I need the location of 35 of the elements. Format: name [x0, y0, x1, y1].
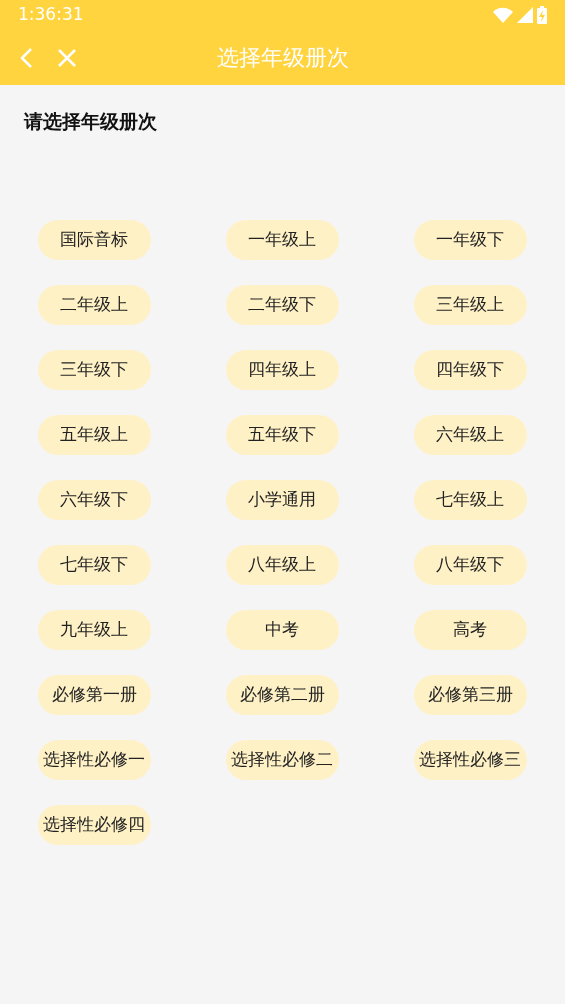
- grade-option[interactable]: 选择性必修二: [225, 740, 339, 780]
- grade-option[interactable]: 一年级上: [225, 220, 339, 260]
- grade-option[interactable]: 必修第二册: [225, 675, 339, 715]
- grade-option[interactable]: 选择性必修一: [37, 740, 151, 780]
- close-icon[interactable]: [56, 47, 78, 69]
- grade-option[interactable]: 高考: [413, 610, 527, 650]
- grade-option[interactable]: 一年级下: [413, 220, 527, 260]
- wifi-icon: [493, 7, 513, 23]
- grade-option[interactable]: 六年级下: [37, 480, 151, 520]
- grade-option[interactable]: 八年级下: [413, 545, 527, 585]
- page-title: 选择年级册次: [216, 44, 349, 72]
- grade-option[interactable]: 必修第三册: [413, 675, 527, 715]
- grade-option[interactable]: 二年级下: [225, 285, 339, 325]
- grade-option[interactable]: 选择性必修四: [37, 805, 151, 845]
- grade-option[interactable]: 五年级下: [225, 415, 339, 455]
- status-time: 1:36:31: [18, 3, 84, 27]
- grade-option[interactable]: 三年级下: [37, 350, 151, 390]
- grade-option[interactable]: 中考: [225, 610, 339, 650]
- grade-option[interactable]: 必修第一册: [37, 675, 151, 715]
- grade-option[interactable]: 六年级上: [413, 415, 527, 455]
- grade-option[interactable]: 九年级上: [37, 610, 151, 650]
- section-heading: 请选择年级册次: [22, 109, 158, 134]
- grade-option[interactable]: 小学通用: [225, 480, 339, 520]
- grade-option[interactable]: 四年级下: [413, 350, 527, 390]
- grade-option[interactable]: 七年级上: [413, 480, 527, 520]
- signal-icon: [517, 7, 533, 23]
- grade-option[interactable]: 七年级下: [37, 545, 151, 585]
- battery-icon: [537, 6, 547, 24]
- grade-option[interactable]: 国际音标: [37, 220, 151, 260]
- grade-option[interactable]: 四年级上: [225, 350, 339, 390]
- grade-option[interactable]: 八年级上: [225, 545, 339, 585]
- grade-option[interactable]: 三年级上: [413, 285, 527, 325]
- grade-option[interactable]: 二年级上: [37, 285, 151, 325]
- grade-option[interactable]: 选择性必修三: [413, 740, 527, 780]
- grade-option[interactable]: 五年级上: [37, 415, 151, 455]
